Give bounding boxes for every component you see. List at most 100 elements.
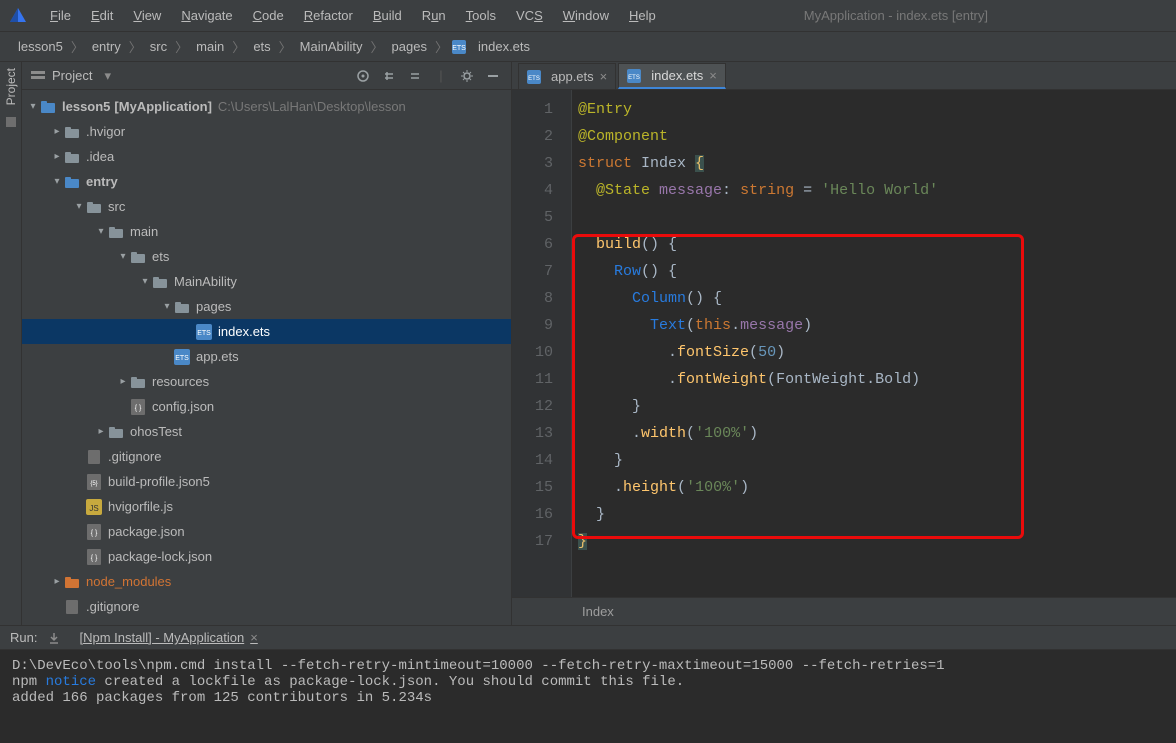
run-label: Run: — [10, 630, 37, 645]
ets-file-icon: ETS — [196, 324, 214, 340]
svg-text:ETS: ETS — [175, 355, 189, 362]
tree-package[interactable]: { }package.json — [22, 519, 511, 544]
left-tool-rail: Project — [0, 62, 22, 625]
breadcrumb-ets[interactable]: ets — [249, 39, 274, 54]
tab-app-ets[interactable]: ETS app.ets × — [518, 63, 616, 89]
breadcrumb-mainability[interactable]: MainAbility — [296, 39, 367, 54]
json5-file-icon: {5} — [86, 474, 104, 490]
tree-hvigorfile[interactable]: JShvigorfile.js — [22, 494, 511, 519]
menu-run[interactable]: Run — [412, 4, 456, 27]
rail-project[interactable]: Project — [4, 68, 18, 105]
menu-refactor[interactable]: Refactor — [294, 4, 363, 27]
ets-file-icon: ETS — [174, 349, 192, 365]
tree-resources[interactable]: ▸resources — [22, 369, 511, 394]
tree-index-ets[interactable]: ETSindex.ets — [22, 319, 511, 344]
tree-nodemodules[interactable]: ▸node_modules — [22, 569, 511, 594]
tree-gitignore[interactable]: .gitignore — [22, 444, 511, 469]
json-file-icon: { } — [86, 549, 104, 565]
breadcrumb-index[interactable]: index.ets — [474, 39, 534, 54]
folder-icon — [108, 224, 126, 240]
tree-mainability[interactable]: ▾MainAbility — [22, 269, 511, 294]
expand-all-button[interactable] — [379, 66, 399, 86]
close-icon[interactable]: × — [600, 69, 608, 84]
tree-ohostest[interactable]: ▸ohosTest — [22, 419, 511, 444]
svg-text:{ }: { } — [91, 555, 98, 562]
close-icon[interactable]: × — [250, 630, 258, 645]
folder-icon — [64, 124, 82, 140]
tree-hvigor[interactable]: ▸.hvigor — [22, 119, 511, 144]
tree-main[interactable]: ▾main — [22, 219, 511, 244]
tree-buildprofile[interactable]: {5}build-profile.json5 — [22, 469, 511, 494]
tree-config[interactable]: { }config.json — [22, 394, 511, 419]
breadcrumb-pages[interactable]: pages — [388, 39, 431, 54]
editor-breadcrumb-status[interactable]: Index — [512, 597, 1176, 625]
folder-icon — [64, 149, 82, 165]
tree-gitignore2[interactable]: .gitignore — [22, 594, 511, 619]
tree-packagelock[interactable]: { }package-lock.json — [22, 544, 511, 569]
app-logo-icon — [8, 6, 28, 26]
tree-ets[interactable]: ▾ets — [22, 244, 511, 269]
tree-app-ets[interactable]: ETSapp.ets — [22, 344, 511, 369]
menu-build[interactable]: Build — [363, 4, 412, 27]
menu-window[interactable]: Window — [553, 4, 619, 27]
code-area[interactable]: @Entry @Component struct Index { @State … — [572, 90, 1176, 597]
svg-text:{ }: { } — [135, 405, 142, 412]
settings-button[interactable] — [457, 66, 477, 86]
close-icon[interactable]: × — [709, 68, 717, 83]
svg-text:JS: JS — [89, 504, 98, 513]
hide-button[interactable] — [483, 66, 503, 86]
svg-text:{ }: { } — [91, 530, 98, 537]
tree-src[interactable]: ▾src — [22, 194, 511, 219]
tab-index-ets[interactable]: ETS index.ets × — [618, 63, 726, 89]
menu-code[interactable]: Code — [243, 4, 294, 27]
menu-file[interactable]: File — [40, 4, 81, 27]
tree-root[interactable]: ▾ lesson5 [MyApplication] C:\Users\LalHa… — [22, 94, 511, 119]
download-icon — [47, 631, 61, 645]
breadcrumb-main[interactable]: main — [192, 39, 228, 54]
tree-idea[interactable]: ▸.idea — [22, 144, 511, 169]
menu-edit[interactable]: Edit — [81, 4, 123, 27]
menu-help[interactable]: Help — [619, 4, 666, 27]
run-output[interactable]: D:\DevEco\tools\npm.cmd install --fetch-… — [0, 650, 1176, 743]
breadcrumb-lesson5[interactable]: lesson5 — [14, 39, 67, 54]
svg-text:ETS: ETS — [628, 75, 640, 81]
js-file-icon: JS — [86, 499, 104, 515]
project-pane: Project ▾ | ▾ lesson5 [MyApplication] C:… — [22, 62, 512, 625]
run-panel: Run: [Npm Install] - MyApplication × D:\… — [0, 625, 1176, 743]
tree-pages[interactable]: ▾pages — [22, 294, 511, 319]
svg-text:ETS: ETS — [452, 45, 466, 52]
menu-tools[interactable]: Tools — [456, 4, 506, 27]
project-view-icon — [30, 68, 46, 84]
library-folder-icon — [64, 574, 82, 590]
editor-tabs: ETS app.ets × ETS index.ets × — [512, 62, 1176, 90]
menu-vcs[interactable]: VCS — [506, 4, 553, 27]
breadcrumb: lesson5〉 entry〉 src〉 main〉 ets〉 MainAbil… — [0, 32, 1176, 62]
menu-navigate[interactable]: Navigate — [171, 4, 242, 27]
run-tab-npm-install[interactable]: [Npm Install] - MyApplication × — [71, 628, 265, 647]
breadcrumb-entry[interactable]: entry — [88, 39, 125, 54]
locate-button[interactable] — [353, 66, 373, 86]
ets-file-icon: ETS — [627, 69, 641, 83]
folder-icon — [130, 249, 148, 265]
project-pane-title[interactable]: Project — [52, 68, 92, 83]
divider: | — [431, 66, 451, 86]
rail-icon[interactable] — [4, 115, 18, 129]
json-file-icon: { } — [86, 524, 104, 540]
ets-file-icon: ETS — [452, 40, 466, 54]
project-pane-header: Project ▾ | — [22, 62, 511, 90]
folder-icon — [152, 274, 170, 290]
project-tree[interactable]: ▾ lesson5 [MyApplication] C:\Users\LalHa… — [22, 90, 511, 625]
file-icon — [64, 599, 82, 615]
run-panel-tabs: Run: [Npm Install] - MyApplication × — [0, 626, 1176, 650]
menu-view[interactable]: View — [123, 4, 171, 27]
module-folder-icon — [64, 174, 82, 190]
svg-text:{5}: {5} — [90, 481, 97, 487]
json-file-icon: { } — [130, 399, 148, 415]
editor-body[interactable]: 1234567891011121314151617 @Entry @Compon… — [512, 90, 1176, 597]
breadcrumb-src[interactable]: src — [146, 39, 171, 54]
ets-file-icon: ETS — [527, 70, 541, 84]
svg-text:ETS: ETS — [528, 76, 540, 82]
tree-entry[interactable]: ▾entry — [22, 169, 511, 194]
project-dropdown-icon[interactable]: ▾ — [104, 68, 111, 84]
collapse-all-button[interactable] — [405, 66, 425, 86]
